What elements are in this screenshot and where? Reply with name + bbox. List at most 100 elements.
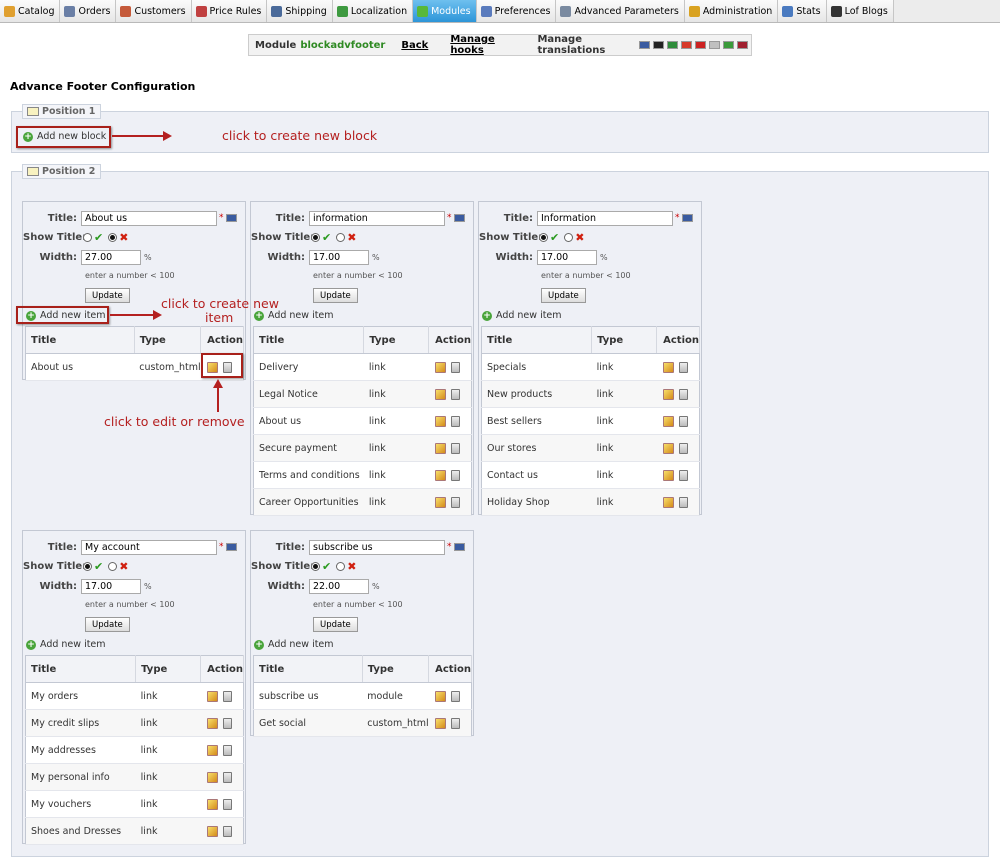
trash-icon[interactable]: [678, 361, 688, 373]
nav-tab-customers[interactable]: Customers: [116, 0, 192, 22]
nav-tab-stats[interactable]: Stats: [778, 0, 827, 22]
trash-icon[interactable]: [678, 388, 688, 400]
block-title-input[interactable]: subscribe us: [309, 539, 445, 555]
block-title-input[interactable]: My account: [81, 539, 217, 555]
trash-icon[interactable]: [450, 469, 460, 481]
flag-icon[interactable]: [681, 41, 692, 49]
update-button[interactable]: Update: [541, 288, 586, 303]
edit-icon[interactable]: [206, 717, 218, 729]
trash-icon[interactable]: [678, 469, 688, 481]
flag-icon[interactable]: [225, 543, 237, 551]
block-width-input[interactable]: 22.00: [309, 578, 369, 594]
edit-icon[interactable]: [206, 771, 218, 783]
edit-icon[interactable]: [434, 496, 446, 508]
trash-icon[interactable]: [450, 388, 460, 400]
add-new-item-button[interactable]: + Add new item: [254, 639, 334, 650]
edit-icon[interactable]: [434, 442, 446, 454]
flag-icon[interactable]: [453, 214, 465, 222]
trash-icon[interactable]: [450, 442, 460, 454]
update-button[interactable]: Update: [85, 288, 130, 303]
trash-icon[interactable]: [678, 496, 688, 508]
flag-icon[interactable]: [737, 41, 748, 49]
edit-icon[interactable]: [662, 388, 674, 400]
block-width-input[interactable]: 17.00: [537, 249, 597, 265]
block-title-input[interactable]: About us: [81, 210, 217, 226]
trash-icon[interactable]: [222, 690, 232, 702]
flag-icon[interactable]: [225, 214, 237, 222]
trash-icon[interactable]: [222, 798, 232, 810]
block-width-input[interactable]: 27.00: [81, 249, 141, 265]
flag-icon[interactable]: [453, 543, 465, 551]
block-width-input[interactable]: 17.00: [81, 578, 141, 594]
show-title-no-radio[interactable]: [108, 232, 118, 242]
edit-icon[interactable]: [434, 388, 446, 400]
nav-tab-administration[interactable]: Administration: [684, 0, 779, 22]
show-title-no-radio[interactable]: [336, 561, 346, 571]
trash-icon[interactable]: [222, 717, 232, 729]
nav-tab-lof-blogs[interactable]: Lof Blogs: [826, 0, 894, 22]
nav-tab-catalog[interactable]: Catalog: [0, 0, 61, 22]
flag-icon[interactable]: [695, 41, 706, 49]
show-title-no-radio[interactable]: [108, 561, 118, 571]
item-title: My orders: [25, 682, 136, 710]
edit-icon[interactable]: [206, 690, 218, 702]
show-title-yes-radio[interactable]: [539, 232, 548, 242]
show-title-yes-radio[interactable]: [311, 561, 320, 571]
edit-icon[interactable]: [662, 415, 674, 427]
trash-icon[interactable]: [678, 442, 688, 454]
nav-tab-preferences[interactable]: Preferences: [476, 0, 557, 22]
trash-icon[interactable]: [450, 361, 460, 373]
show-title-yes-radio[interactable]: [83, 232, 92, 242]
trash-icon[interactable]: [450, 717, 460, 729]
show-title-yes-radio[interactable]: [311, 232, 320, 242]
block-width-input[interactable]: 17.00: [309, 249, 369, 265]
edit-icon[interactable]: [206, 798, 218, 810]
edit-icon[interactable]: [662, 361, 674, 373]
trash-icon[interactable]: [222, 744, 232, 756]
edit-icon[interactable]: [434, 717, 446, 729]
manage-hooks-link[interactable]: Manage hooks: [450, 34, 517, 56]
edit-icon[interactable]: [206, 825, 218, 837]
trash-icon[interactable]: [450, 496, 460, 508]
nav-tab-shipping[interactable]: Shipping: [267, 0, 333, 22]
nav-tab-modules[interactable]: Modules: [413, 0, 477, 22]
edit-icon[interactable]: [434, 361, 446, 373]
show-title-yes-radio[interactable]: [83, 561, 92, 571]
update-button[interactable]: Update: [313, 288, 358, 303]
nav-tab-orders[interactable]: Orders: [60, 0, 117, 22]
update-button[interactable]: Update: [85, 617, 130, 632]
block-title-input[interactable]: information: [309, 210, 445, 226]
add-new-item-button[interactable]: + Add new item: [26, 639, 106, 650]
flag-icon[interactable]: [667, 41, 678, 49]
nav-tab-advanced-parameters[interactable]: Advanced Parameters: [556, 0, 685, 22]
flag-icon[interactable]: [681, 214, 693, 222]
flag-icon[interactable]: [723, 41, 734, 49]
trash-icon[interactable]: [450, 415, 460, 427]
add-new-item-button[interactable]: + Add new item: [482, 310, 562, 321]
table-row: My orders link: [25, 682, 244, 710]
trash-icon[interactable]: [222, 825, 232, 837]
nav-tab-localization[interactable]: Localization: [332, 0, 414, 22]
edit-icon[interactable]: [434, 415, 446, 427]
flag-icon[interactable]: [653, 41, 664, 49]
trash-icon[interactable]: [678, 415, 688, 427]
edit-icon[interactable]: [434, 469, 446, 481]
edit-icon[interactable]: [662, 496, 674, 508]
flag-icon[interactable]: [639, 41, 650, 49]
back-link[interactable]: Back: [401, 40, 428, 51]
add-new-item-button[interactable]: + Add new item: [254, 310, 334, 321]
block-title-input[interactable]: Information: [537, 210, 673, 226]
show-title-no-radio[interactable]: [336, 232, 346, 242]
edit-icon[interactable]: [662, 469, 674, 481]
trash-icon[interactable]: [222, 771, 232, 783]
edit-icon[interactable]: [662, 442, 674, 454]
update-button[interactable]: Update: [313, 617, 358, 632]
nav-tab-price-rules[interactable]: Price Rules: [191, 0, 268, 22]
width-hint: enter a number < 100: [541, 271, 631, 280]
flag-icon[interactable]: [709, 41, 720, 49]
top-navigation: Catalog Orders Customers Price Rules Shippin…: [0, 0, 1000, 23]
edit-icon[interactable]: [434, 690, 446, 702]
show-title-no-radio[interactable]: [564, 232, 574, 242]
trash-icon[interactable]: [450, 690, 460, 702]
edit-icon[interactable]: [206, 744, 218, 756]
